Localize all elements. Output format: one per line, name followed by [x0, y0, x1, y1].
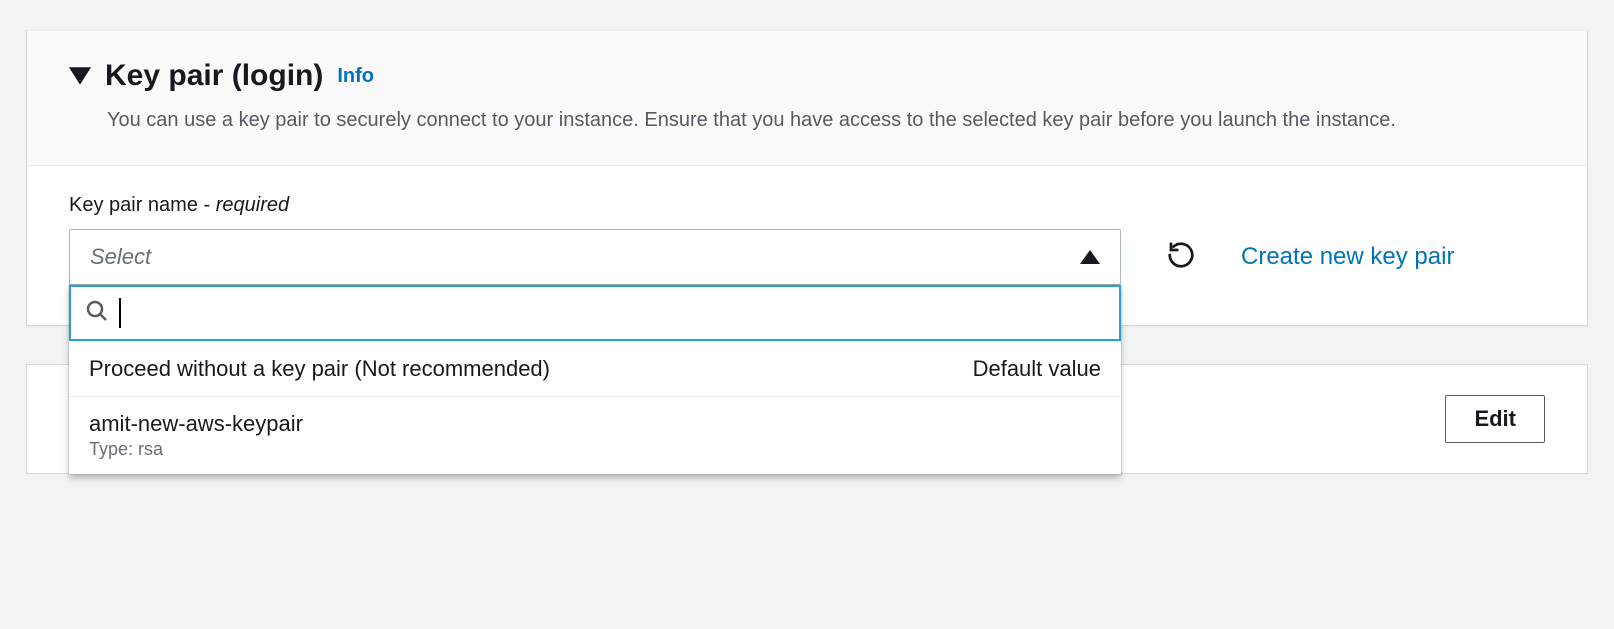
select-trigger[interactable]: Select — [69, 229, 1121, 285]
section-title: Key pair (login) — [105, 59, 323, 93]
info-link[interactable]: Info — [337, 65, 374, 88]
keypair-select: Select — [69, 229, 1121, 285]
select-placeholder: Select — [90, 244, 151, 270]
search-input[interactable] — [131, 287, 1105, 339]
dropdown-search[interactable] — [69, 285, 1121, 341]
edit-button[interactable]: Edit — [1445, 395, 1545, 443]
field-label-text: Key pair name — [69, 194, 198, 216]
collapse-caret-icon[interactable] — [69, 67, 91, 85]
create-keypair-link[interactable]: Create new key pair — [1241, 243, 1454, 271]
refresh-button[interactable] — [1159, 235, 1203, 279]
title-row: Key pair (login) Info — [69, 59, 1545, 93]
option-label: amit-new-aws-keypair — [89, 411, 303, 437]
text-cursor — [119, 298, 121, 328]
panel-header: Key pair (login) Info You can use a key … — [27, 31, 1587, 166]
option-proceed-without[interactable]: Proceed without a key pair (Not recommen… — [69, 341, 1121, 396]
select-dropdown: Proceed without a key pair (Not recommen… — [69, 285, 1121, 474]
search-icon — [85, 299, 109, 328]
field-required: required — [216, 194, 289, 216]
refresh-icon — [1166, 240, 1196, 275]
panel-body: Key pair name - required Select — [27, 166, 1587, 325]
option-subtext: Type: rsa — [89, 439, 303, 460]
option-existing-keypair[interactable]: amit-new-aws-keypair Type: rsa — [69, 396, 1121, 474]
section-description: You can use a key pair to securely conne… — [107, 105, 1467, 135]
option-default-badge: Default value — [973, 356, 1101, 382]
caret-up-icon — [1080, 250, 1100, 264]
keypair-panel: Key pair (login) Info You can use a key … — [26, 30, 1588, 326]
controls-row: Select — [69, 229, 1545, 285]
field-label: Key pair name - required — [69, 194, 1545, 217]
option-label: Proceed without a key pair (Not recommen… — [89, 356, 550, 382]
